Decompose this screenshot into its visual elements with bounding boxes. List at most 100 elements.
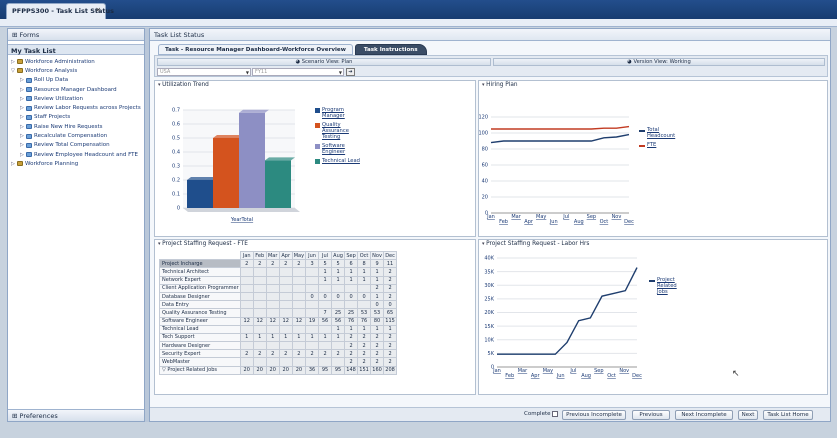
tree-item-1[interactable]: ▽ Workforce Analysis	[8, 66, 144, 75]
table-cell[interactable]	[239, 267, 254, 277]
bar[interactable]	[213, 138, 239, 208]
row-header[interactable]: Client Application Programmer	[159, 283, 241, 293]
task-list-home-button[interactable]: Task List Home	[763, 410, 813, 420]
complete-checkbox[interactable]	[552, 411, 558, 417]
table-cell[interactable]	[239, 308, 254, 318]
table-cell[interactable]: 1	[318, 332, 333, 343]
table-cell[interactable]	[265, 267, 280, 277]
table-cell[interactable]	[278, 341, 293, 351]
table-cell[interactable]: 80	[370, 316, 385, 326]
table-cell[interactable]: 2	[370, 357, 385, 367]
table-cell[interactable]	[357, 283, 372, 293]
previous-button[interactable]: Previous	[632, 410, 670, 420]
legend-item[interactable]: Quality Assurance Testing	[315, 122, 365, 140]
table-cell[interactable]: 2	[344, 349, 359, 359]
table-cell[interactable]: 1	[344, 267, 359, 277]
version-view-bar[interactable]: ◕ Version View: Working	[493, 58, 825, 66]
table-cell[interactable]	[252, 291, 267, 302]
table-cell[interactable]	[239, 283, 254, 293]
table-cell[interactable]: 1	[357, 324, 372, 334]
legend-item[interactable]: Project Related Jobs	[649, 277, 685, 295]
table-cell[interactable]	[239, 300, 254, 310]
table-cell[interactable]: 8	[357, 259, 372, 269]
table-cell[interactable]	[239, 275, 254, 285]
table-cell[interactable]	[278, 267, 293, 277]
table-cell[interactable]: 1	[331, 324, 346, 334]
table-cell[interactable]	[278, 283, 293, 293]
table-cell[interactable]: 12	[278, 316, 293, 326]
table-cell[interactable]: 12	[239, 316, 254, 326]
table-cell[interactable]: 2	[370, 332, 385, 343]
document-tab[interactable]: PFPPS300 - Task List Status ✕	[6, 3, 114, 19]
table-cell[interactable]: 2	[291, 259, 307, 269]
table-cell[interactable]: 53	[370, 308, 385, 318]
bar[interactable]	[265, 160, 291, 208]
table-cell[interactable]	[252, 275, 267, 285]
table-cell[interactable]: 1	[370, 324, 385, 334]
tree-item-0[interactable]: ▷ Workforce Administration	[8, 57, 144, 66]
table-cell[interactable]: 2	[252, 259, 267, 269]
bar[interactable]	[187, 180, 213, 208]
table-cell[interactable]: 1	[331, 267, 346, 277]
table-cell[interactable]: 148	[344, 365, 359, 375]
table-cell[interactable]: 1	[265, 332, 280, 343]
table-cell[interactable]: 2	[370, 349, 385, 359]
row-header[interactable]: WebMaster	[159, 357, 241, 367]
table-cell[interactable]: 6	[344, 259, 359, 269]
table-cell[interactable]	[291, 291, 307, 302]
table-cell[interactable]: 1	[252, 332, 267, 343]
table-cell[interactable]	[265, 357, 280, 367]
table-cell[interactable]: 2	[383, 291, 398, 302]
table-cell[interactable]: 2	[383, 267, 398, 277]
table-cell[interactable]	[331, 341, 346, 351]
table-cell[interactable]: 20	[278, 365, 293, 375]
table-cell[interactable]: 1	[344, 275, 359, 285]
table-cell[interactable]	[252, 324, 267, 334]
forms-accordion[interactable]: ⊞ Forms	[8, 29, 144, 41]
table-cell[interactable]: 2	[383, 283, 398, 293]
table-cell[interactable]	[305, 283, 320, 293]
table-cell[interactable]: 1	[331, 332, 346, 343]
tree-item-10[interactable]: ▷ Review Employee Headcount and FTE	[8, 150, 144, 159]
table-cell[interactable]	[318, 300, 333, 310]
table-cell[interactable]: 0	[383, 300, 398, 310]
row-header[interactable]: Software Engineer	[159, 316, 241, 326]
row-header[interactable]: Data Entry	[159, 300, 241, 310]
table-cell[interactable]: 1	[239, 332, 254, 343]
legend-item[interactable]: Program Manager	[315, 107, 365, 119]
table-cell[interactable]	[239, 357, 254, 367]
table-cell[interactable]	[344, 300, 359, 310]
table-cell[interactable]	[239, 324, 254, 334]
table-cell[interactable]: 2	[305, 349, 320, 359]
table-cell[interactable]: 160	[370, 365, 385, 375]
table-cell[interactable]	[291, 283, 307, 293]
table-cell[interactable]: 2	[344, 341, 359, 351]
table-cell[interactable]: 12	[291, 316, 307, 326]
table-cell[interactable]	[278, 324, 293, 334]
go-button[interactable]: ➔	[346, 68, 355, 76]
row-header[interactable]: Technical Architect	[159, 267, 241, 277]
table-cell[interactable]: 2	[383, 275, 398, 285]
table-cell[interactable]	[265, 283, 280, 293]
table-cell[interactable]: 2	[344, 332, 359, 343]
table-cell[interactable]: 1	[357, 267, 372, 277]
table-cell[interactable]: 11	[383, 259, 398, 269]
table-cell[interactable]: 56	[331, 316, 346, 326]
table-cell[interactable]	[305, 341, 320, 351]
table-cell[interactable]	[291, 324, 307, 334]
table-cell[interactable]: 56	[318, 316, 333, 326]
table-cell[interactable]	[318, 283, 333, 293]
tree-item-5[interactable]: ▷ Review Labor Requests across Projects	[8, 103, 144, 112]
table-cell[interactable]: 1	[318, 275, 333, 285]
tree-item-7[interactable]: ▷ Raise New Hire Requests	[8, 122, 144, 131]
table-cell[interactable]: 2	[318, 349, 333, 359]
table-cell[interactable]: 0	[370, 300, 385, 310]
table-cell[interactable]: 1	[278, 332, 293, 343]
table-cell[interactable]	[265, 300, 280, 310]
table-cell[interactable]	[305, 324, 320, 334]
table-cell[interactable]: 2	[357, 332, 372, 343]
table-cell[interactable]	[318, 324, 333, 334]
table-cell[interactable]	[252, 267, 267, 277]
table-cell[interactable]	[305, 275, 320, 285]
table-cell[interactable]: 1	[370, 267, 385, 277]
